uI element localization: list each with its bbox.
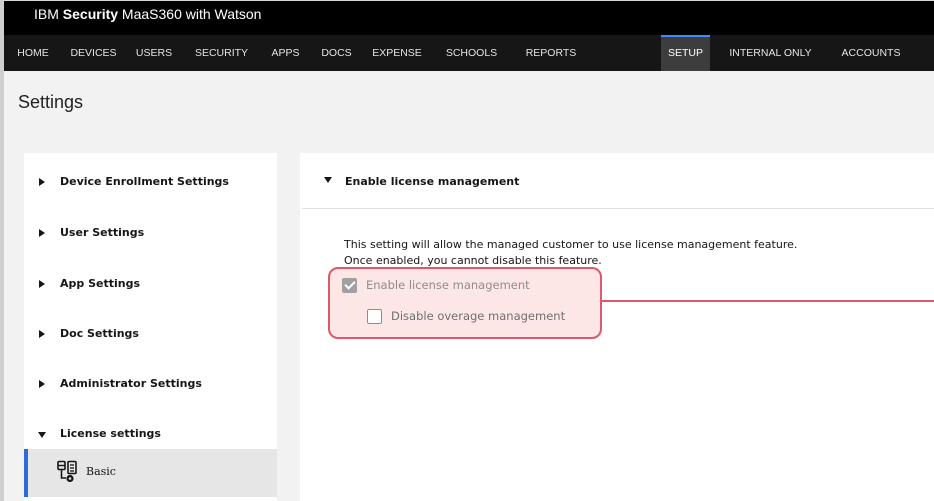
nav-internal-only[interactable]: INTERNAL ONLY [720, 35, 821, 71]
sidebar-item-doc-settings[interactable]: Doc Settings [24, 321, 277, 351]
nav-devices[interactable]: DEVICES [62, 35, 125, 71]
brand-prefix: IBM [34, 6, 63, 22]
nav-docs[interactable]: DOCS [311, 35, 362, 71]
nav-apps[interactable]: APPS [260, 35, 311, 71]
sidebar-item-label: User Settings [60, 226, 145, 239]
sidebar-item-device-enrollment[interactable]: Device Enrollment Settings [24, 169, 277, 199]
caret-right-icon [39, 178, 45, 186]
nav-accounts[interactable]: ACCOUNTS [830, 35, 912, 71]
sidebar-item-user-settings[interactable]: User Settings [24, 220, 277, 250]
section-description: This setting will allow the managed cust… [344, 237, 797, 269]
sidebar-subitem-label: Basic [86, 465, 116, 478]
page-header: Settings [4, 71, 934, 153]
nav-home[interactable]: HOME [4, 35, 62, 71]
settings-sidebar: Device Enrollment Settings User Settings… [24, 153, 277, 501]
brand-logo[interactable]: IBM Security MaaS360 with Watson [34, 6, 261, 22]
sidebar-item-license-settings[interactable]: License settings [24, 421, 277, 451]
nav-reports[interactable]: REPORTS [511, 35, 591, 71]
sidebar-item-label: Device Enrollment Settings [60, 175, 229, 188]
caret-right-icon [39, 229, 45, 237]
app-window: IBM Security MaaS360 with Watson HOME DE… [0, 0, 934, 501]
brand-suffix: MaaS360 with Watson [118, 6, 262, 22]
page-title: Settings [18, 92, 84, 112]
caret-down-icon [324, 177, 332, 183]
brand-bold: Security [62, 6, 119, 22]
enable-license-label: Enable license management [366, 278, 530, 292]
sidebar-item-label: License settings [60, 427, 161, 440]
sidebar-item-label: App Settings [60, 277, 141, 290]
section-header-enable-license[interactable]: Enable license management [302, 153, 934, 209]
sidebar-item-label: Doc Settings [60, 327, 139, 340]
top-bar: IBM Security MaaS360 with Watson [4, 1, 934, 35]
sidebar-item-label: Administrator Settings [60, 377, 202, 390]
caret-down-icon [38, 432, 46, 438]
nav-security[interactable]: SECURITY [183, 35, 260, 71]
nav-users[interactable]: USERS [125, 35, 183, 71]
disable-overage-checkbox[interactable] [367, 309, 382, 324]
caret-right-icon [39, 330, 45, 338]
callout-line [602, 300, 934, 302]
caret-right-icon [39, 280, 45, 288]
sidebar-subitem-basic[interactable]: Basic [24, 449, 277, 497]
nav-expense[interactable]: EXPENSE [362, 35, 432, 71]
section-title: Enable license management [345, 175, 520, 188]
sidebar-item-app-settings[interactable]: App Settings [24, 271, 277, 301]
nav-schools[interactable]: SCHOOLS [432, 35, 511, 71]
disable-overage-label: Disable overage management [391, 309, 566, 323]
sidebar-item-administrator-settings[interactable]: Administrator Settings [24, 371, 277, 401]
main-nav: HOME DEVICES USERS SECURITY APPS DOCS EX… [4, 35, 934, 71]
description-line-1: This setting will allow the managed cust… [344, 238, 798, 251]
nav-setup[interactable]: SETUP [661, 35, 710, 71]
caret-right-icon [39, 380, 45, 388]
settings-document-icon [57, 460, 77, 483]
enable-license-checkbox[interactable] [342, 278, 357, 293]
